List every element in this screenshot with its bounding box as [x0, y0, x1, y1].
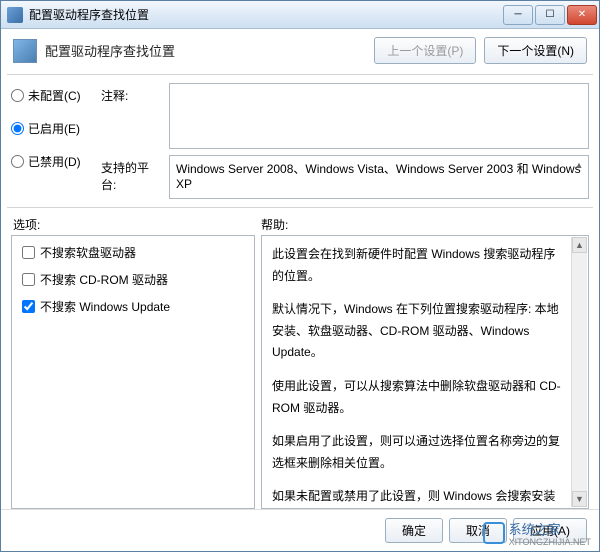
scroll-up-icon[interactable]: ▲ — [572, 158, 586, 172]
help-text: 此设置会在找到新硬件时配置 Windows 搜索驱动程序的位置。 默认情况下，W… — [272, 244, 578, 509]
policy-title: 配置驱动程序查找位置 — [45, 41, 366, 60]
help-p1: 此设置会在找到新硬件时配置 Windows 搜索驱动程序的位置。 — [272, 244, 564, 287]
option-cdrom[interactable]: 不搜索 CD-ROM 驱动器 — [22, 271, 244, 288]
platform-label: 支持的平台: — [101, 155, 163, 193]
footer: 确定 取消 应用(A) 系统之家 XITONGZHIJIA.NET — [1, 509, 599, 551]
radio-not-configured-label: 未配置(C) — [28, 87, 81, 104]
comment-label: 注释: — [101, 83, 163, 104]
help-label: 帮助: — [261, 216, 288, 233]
scroll-down-icon[interactable]: ▼ — [572, 491, 587, 507]
policy-icon — [13, 39, 37, 63]
dialog-window: 配置驱动程序查找位置 ─ ☐ ✕ 配置驱动程序查找位置 上一个设置(P) 下一个… — [0, 0, 600, 552]
platform-value: Windows Server 2008、Windows Vista、Window… — [176, 162, 581, 191]
option-floppy[interactable]: 不搜索软盘驱动器 — [22, 244, 244, 261]
options-label: 选项: — [13, 216, 261, 233]
divider — [7, 74, 593, 75]
scrollbar-track[interactable] — [572, 253, 587, 491]
next-setting-button[interactable]: 下一个设置(N) — [484, 37, 587, 64]
radio-disabled[interactable]: 已禁用(D) — [11, 153, 93, 170]
option-floppy-label: 不搜索软盘驱动器 — [40, 244, 136, 261]
radio-not-configured-input[interactable] — [11, 89, 24, 102]
window-controls: ─ ☐ ✕ — [501, 5, 597, 25]
option-cdrom-label: 不搜索 CD-ROM 驱动器 — [40, 271, 168, 288]
apply-button[interactable]: 应用(A) — [513, 518, 587, 543]
option-windows-update-checkbox[interactable] — [22, 300, 35, 313]
close-button[interactable]: ✕ — [567, 5, 597, 25]
maximize-button[interactable]: ☐ — [535, 5, 565, 25]
radio-enabled-input[interactable] — [11, 122, 24, 135]
config-area: 未配置(C) 已启用(E) 已禁用(D) 注释: 支持的平台: Windows … — [1, 77, 599, 205]
option-floppy-checkbox[interactable] — [22, 246, 35, 259]
header-row: 配置驱动程序查找位置 上一个设置(P) 下一个设置(N) — [1, 29, 599, 72]
fields-column: 注释: 支持的平台: Windows Server 2008、Windows V… — [101, 83, 589, 199]
help-panel: 此设置会在找到新硬件时配置 Windows 搜索驱动程序的位置。 默认情况下，W… — [261, 235, 589, 509]
platform-row: 支持的平台: Windows Server 2008、Windows Vista… — [101, 155, 589, 199]
option-cdrom-checkbox[interactable] — [22, 273, 35, 286]
radio-not-configured[interactable]: 未配置(C) — [11, 87, 93, 104]
titlebar[interactable]: 配置驱动程序查找位置 ─ ☐ ✕ — [1, 1, 599, 29]
help-p2: 默认情况下，Windows 在下列位置搜索驱动程序: 本地安装、软盘驱动器、CD… — [272, 299, 564, 364]
cancel-button[interactable]: 取消 — [449, 518, 507, 543]
app-icon — [7, 7, 23, 23]
state-radio-group: 未配置(C) 已启用(E) 已禁用(D) — [11, 83, 93, 199]
help-p5: 如果未配置或禁用了此设置，则 Windows 会搜索安装位置、软盘驱动器和 CD… — [272, 486, 564, 509]
divider — [7, 207, 593, 208]
option-windows-update-label: 不搜索 Windows Update — [40, 298, 170, 315]
options-panel: 不搜索软盘驱动器 不搜索 CD-ROM 驱动器 不搜索 Windows Upda… — [11, 235, 255, 509]
help-p4: 如果启用了此设置，则可以通过选择位置名称旁边的复选框来删除相关位置。 — [272, 431, 564, 474]
panels: 不搜索软盘驱动器 不搜索 CD-ROM 驱动器 不搜索 Windows Upda… — [1, 235, 599, 509]
section-labels: 选项: 帮助: — [1, 210, 599, 235]
radio-disabled-label: 已禁用(D) — [28, 153, 81, 170]
option-windows-update[interactable]: 不搜索 Windows Update — [22, 298, 244, 315]
comment-row: 注释: — [101, 83, 589, 149]
comment-input[interactable] — [169, 83, 589, 149]
radio-disabled-input[interactable] — [11, 155, 24, 168]
prev-setting-button[interactable]: 上一个设置(P) — [374, 37, 476, 64]
scroll-up-icon[interactable]: ▲ — [572, 237, 587, 253]
help-scrollbar[interactable]: ▲ ▼ — [571, 237, 587, 507]
radio-enabled-label: 已启用(E) — [28, 120, 80, 137]
help-p3: 使用此设置，可以从搜索算法中删除软盘驱动器和 CD-ROM 驱动器。 — [272, 376, 564, 419]
minimize-button[interactable]: ─ — [503, 5, 533, 25]
platform-box: Windows Server 2008、Windows Vista、Window… — [169, 155, 589, 199]
radio-enabled[interactable]: 已启用(E) — [11, 120, 93, 137]
ok-button[interactable]: 确定 — [385, 518, 443, 543]
window-title: 配置驱动程序查找位置 — [29, 6, 501, 23]
